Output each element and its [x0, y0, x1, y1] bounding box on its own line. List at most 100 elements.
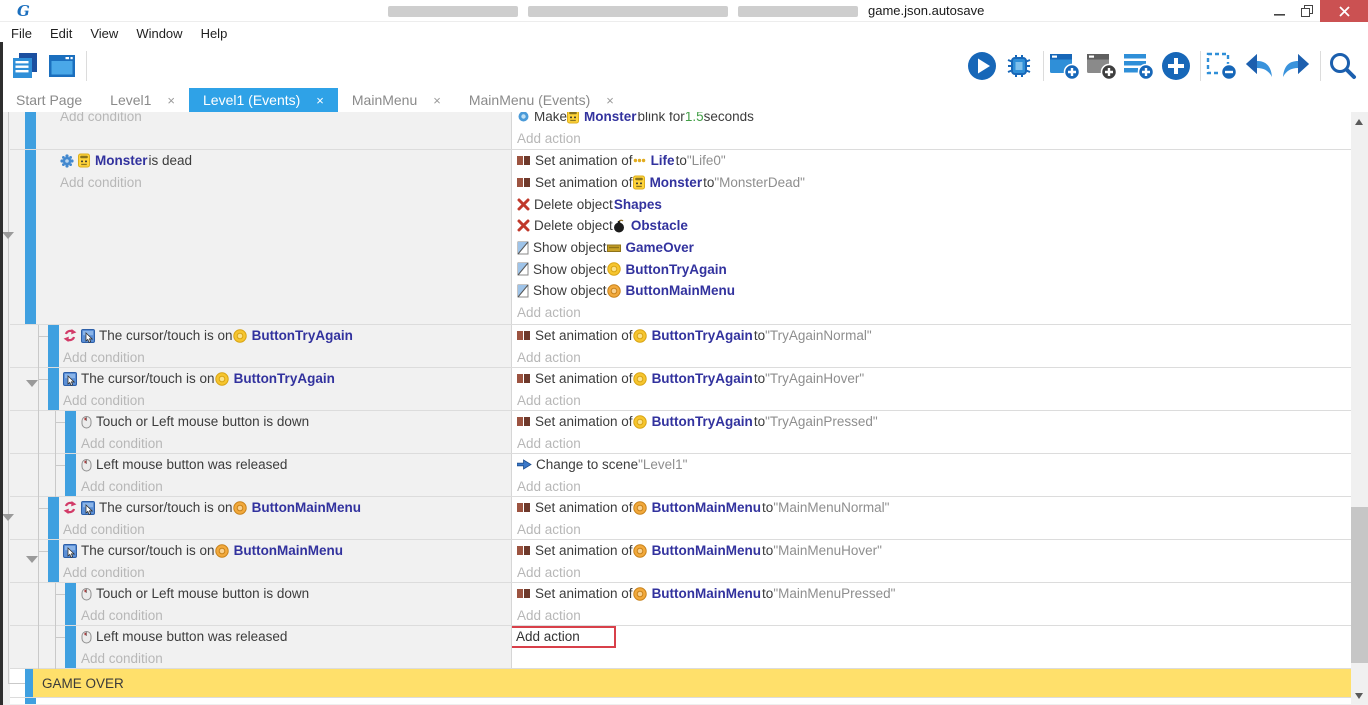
menu-file[interactable]: File — [2, 26, 41, 41]
add-action-highlighted[interactable]: Add action — [512, 626, 616, 648]
add-line[interactable]: Add action — [517, 605, 1351, 625]
event-indent-bar[interactable] — [25, 112, 36, 149]
add-placeholder[interactable]: Add condition — [81, 651, 163, 666]
event-indent-bar[interactable] — [48, 325, 59, 367]
add-line[interactable]: Add condition — [81, 605, 511, 625]
scroll-up-arrow-icon[interactable] — [1355, 119, 1363, 125]
add-placeholder[interactable]: Add condition — [63, 522, 145, 537]
start-scene-button[interactable] — [45, 48, 82, 84]
event-line[interactable]: The cursor/touch is on ButtonMainMenu — [63, 540, 511, 562]
add-placeholder[interactable]: Add action — [517, 479, 581, 494]
add-line[interactable]: Add action — [517, 347, 1351, 367]
event-line[interactable]: Set animation of Monster to "MonsterDead… — [517, 172, 1351, 194]
redo-button[interactable] — [1279, 48, 1316, 84]
actions-cell[interactable]: Add action — [512, 626, 1351, 668]
debugger-button[interactable] — [1002, 48, 1039, 84]
add-placeholder[interactable]: Add action — [517, 131, 581, 146]
event-line[interactable]: The cursor/touch is on ButtonTryAgain — [63, 368, 511, 390]
add-placeholder[interactable]: Add condition — [63, 565, 145, 580]
add-line[interactable]: Add action — [517, 626, 1351, 648]
actions-cell[interactable]: Set animation of Life to "Life0"Set anim… — [512, 150, 1351, 324]
conditions-cell[interactable]: The cursor/touch is on ButtonTryAgain Add… — [10, 325, 512, 367]
search-button[interactable] — [1325, 48, 1362, 84]
event-line[interactable]: Left mouse button was released — [81, 626, 511, 648]
tab-level1-events-[interactable]: Level1 (Events)× — [189, 88, 338, 112]
vertical-scrollbar[interactable] — [1351, 112, 1368, 705]
event-indent-bar[interactable] — [25, 669, 33, 697]
add-comment-lines-button[interactable] — [1122, 48, 1159, 84]
event-line[interactable]: The cursor/touch is on ButtonTryAgain — [63, 325, 511, 347]
conditions-cell[interactable]: Monster is dead Add condition — [10, 150, 512, 324]
event-line[interactable]: Set animation of Life to "Life0" — [517, 150, 1351, 172]
add-placeholder[interactable]: Add action — [517, 608, 581, 623]
event-line[interactable]: Delete object Obstacle — [517, 215, 1351, 237]
actions-cell[interactable]: Change to scene "Level1"Add action — [512, 454, 1351, 496]
event-line[interactable]: Touch or Left mouse button is down — [81, 583, 511, 605]
add-line[interactable]: Add condition — [63, 347, 511, 367]
event-indent-bar[interactable] — [48, 540, 59, 582]
tab-close-icon[interactable]: × — [606, 94, 614, 107]
add-placeholder[interactable]: Add condition — [63, 350, 145, 365]
add-line[interactable]: Add condition — [63, 390, 511, 410]
event-line[interactable]: The cursor/touch is on ButtonMainMenu — [63, 497, 511, 519]
event-indent-bar[interactable] — [65, 626, 76, 668]
add-placeholder[interactable]: Add action — [517, 350, 581, 365]
event-line[interactable]: Left mouse button was released — [81, 454, 511, 476]
event-indent-bar[interactable] — [65, 411, 76, 453]
add-placeholder[interactable]: Add action — [517, 393, 581, 408]
minimize-button[interactable] — [1266, 0, 1293, 22]
actions-cell[interactable]: Set animation of ButtonTryAgain to "TryA… — [512, 411, 1351, 453]
menu-help[interactable]: Help — [192, 26, 237, 41]
add-placeholder[interactable]: Add action — [517, 305, 581, 320]
actions-cell[interactable]: Set animation of ButtonMainMenu to "Main… — [512, 540, 1351, 582]
add-placeholder[interactable]: Add condition — [81, 436, 163, 451]
add-placeholder[interactable]: Add action — [517, 522, 581, 537]
conditions-cell[interactable]: Left mouse button was released Add condit… — [10, 626, 512, 668]
scrollbar-thumb[interactable] — [1351, 507, 1368, 663]
add-line[interactable]: Add action — [517, 433, 1351, 453]
event-line[interactable]: Show object ButtonTryAgain — [517, 258, 1351, 280]
event-indent-bar[interactable] — [25, 698, 36, 704]
event-indent-bar[interactable] — [65, 454, 76, 496]
menu-window[interactable]: Window — [127, 26, 191, 41]
event-line[interactable]: Touch or Left mouse button is down — [81, 411, 511, 433]
add-event-button[interactable] — [1048, 48, 1085, 84]
tab-start-page[interactable]: Start Page — [2, 88, 96, 112]
actions-cell[interactable]: Set animation of ButtonTryAgain to "TryA… — [512, 368, 1351, 410]
menu-edit[interactable]: Edit — [41, 26, 81, 41]
conditions-cell[interactable]: The cursor/touch is on ButtonTryAgain Add… — [10, 368, 512, 410]
conditions-cell[interactable]: Left mouse button was released Add condit… — [10, 454, 512, 496]
actions-cell[interactable]: Set animation of ButtonMainMenu to "Main… — [512, 583, 1351, 625]
undo-button[interactable] — [1242, 48, 1279, 84]
tab-mainmenu-events-[interactable]: MainMenu (Events)× — [455, 88, 628, 112]
comment-row[interactable]: GAME OVER — [10, 669, 1351, 698]
restore-button[interactable] — [1293, 0, 1320, 22]
add-placeholder[interactable]: Add condition — [81, 608, 163, 623]
conditions-cell[interactable]: The cursor/touch is on ButtonMainMenu Add… — [10, 540, 512, 582]
scroll-down-arrow-icon[interactable] — [1355, 693, 1363, 699]
event-line[interactable]: Make Monster blink for 1.5 seconds — [517, 112, 1351, 128]
add-placeholder[interactable]: Add action — [517, 436, 581, 451]
deselect-button[interactable] — [1205, 48, 1242, 84]
event-line[interactable]: Set animation of ButtonMainMenu to "Main… — [517, 583, 1351, 605]
conditions-cell[interactable]: Add condition — [10, 112, 512, 149]
add-other-button[interactable] — [1159, 48, 1196, 84]
add-line[interactable]: Add condition — [60, 172, 511, 194]
event-line[interactable]: Monster is dead — [60, 150, 511, 172]
conditions-cell[interactable]: The cursor/touch is on ButtonMainMenu Add… — [10, 497, 512, 539]
add-placeholder[interactable]: Add condition — [60, 175, 142, 190]
event-line[interactable]: Set animation of ButtonTryAgain to "TryA… — [517, 368, 1351, 390]
conditions-cell[interactable]: Touch or Left mouse button is down Add co… — [10, 583, 512, 625]
add-placeholder[interactable]: Add condition — [81, 479, 163, 494]
conditions-cell[interactable]: Touch or Left mouse button is down Add co… — [10, 411, 512, 453]
event-line[interactable]: Show object GameOver — [517, 237, 1351, 259]
tab-close-icon[interactable]: × — [316, 94, 324, 107]
add-line[interactable]: Add action — [517, 476, 1351, 496]
event-line[interactable]: Set animation of ButtonTryAgain to "TryA… — [517, 411, 1351, 433]
event-indent-bar[interactable] — [25, 150, 36, 324]
actions-cell[interactable]: Make Monster blink for 1.5 seconds Add ac… — [512, 112, 1351, 149]
comment-text[interactable]: GAME OVER — [33, 669, 1351, 697]
add-placeholder[interactable]: Add condition — [63, 393, 145, 408]
tab-level1[interactable]: Level1× — [96, 88, 189, 112]
add-external-window-button[interactable] — [1085, 48, 1122, 84]
